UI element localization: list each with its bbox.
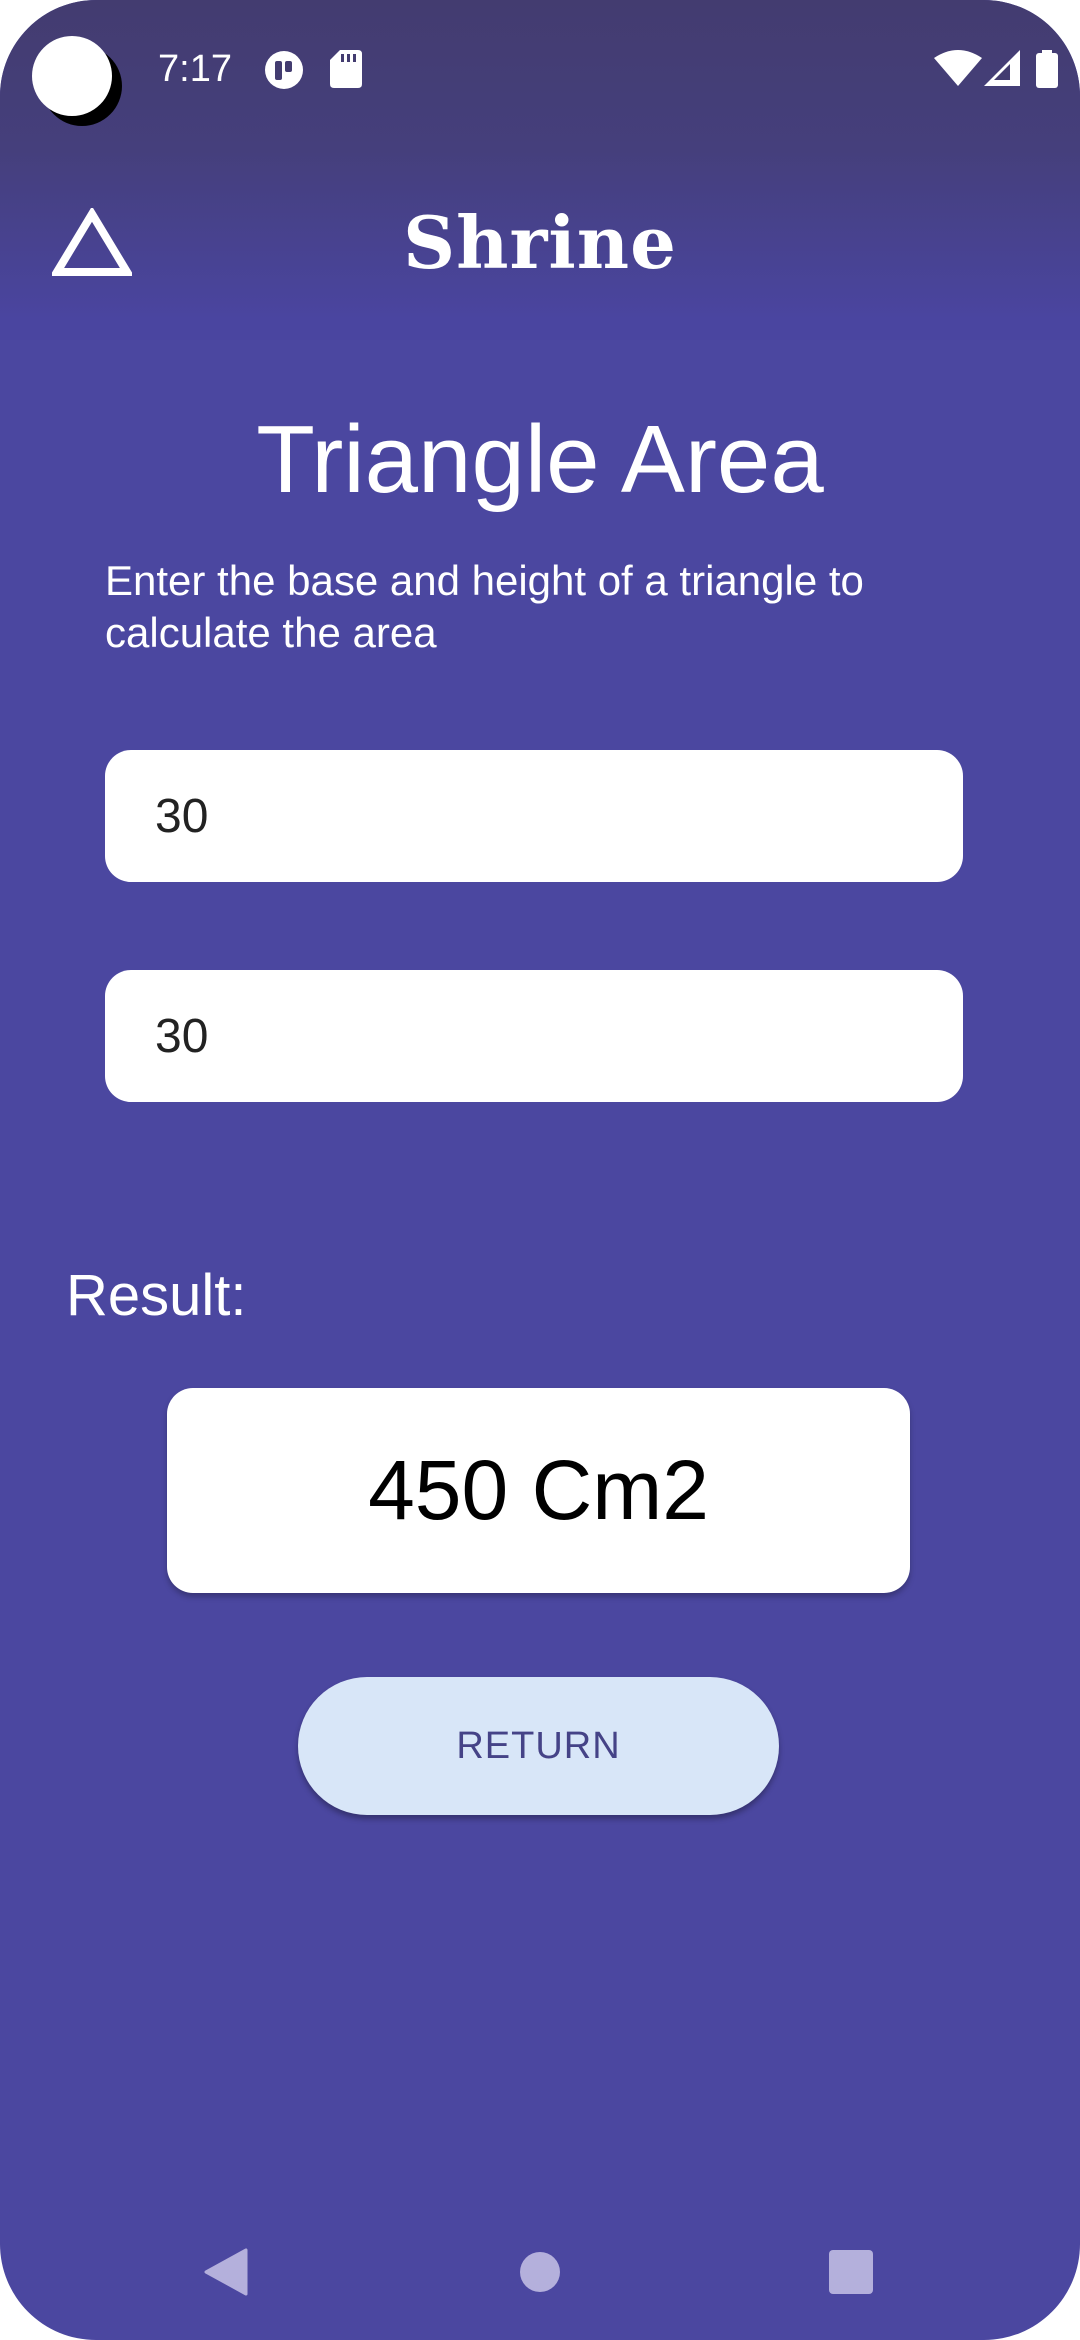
recents-icon[interactable] bbox=[829, 2250, 873, 2294]
base-input[interactable] bbox=[105, 750, 963, 882]
back-icon[interactable] bbox=[204, 2248, 248, 2296]
height-input[interactable] bbox=[105, 970, 963, 1102]
page-title: Triangle Area bbox=[256, 406, 824, 513]
app-title: Shrine bbox=[403, 200, 677, 285]
notification-app-icon bbox=[265, 51, 303, 89]
screen: 7:17 Shrine Triangle Area Enter the base… bbox=[0, 0, 1080, 2340]
navigation-bar bbox=[0, 2220, 1080, 2330]
battery-icon bbox=[1036, 50, 1058, 88]
status-bar: 7:17 bbox=[0, 0, 1080, 140]
sd-card-icon bbox=[330, 50, 362, 88]
home-icon[interactable] bbox=[520, 2252, 560, 2292]
wifi-icon bbox=[934, 50, 982, 86]
camera-icon bbox=[32, 36, 112, 116]
instructions-text: Enter the base and height of a triangle … bbox=[105, 557, 864, 656]
result-display: 450 Cm2 bbox=[167, 1388, 910, 1593]
app-bar: Shrine bbox=[0, 180, 1080, 310]
result-label: Result: bbox=[66, 1263, 247, 1328]
return-button[interactable]: RETURN bbox=[298, 1677, 779, 1815]
cell-signal-icon bbox=[984, 50, 1020, 86]
status-time: 7:17 bbox=[158, 48, 232, 90]
